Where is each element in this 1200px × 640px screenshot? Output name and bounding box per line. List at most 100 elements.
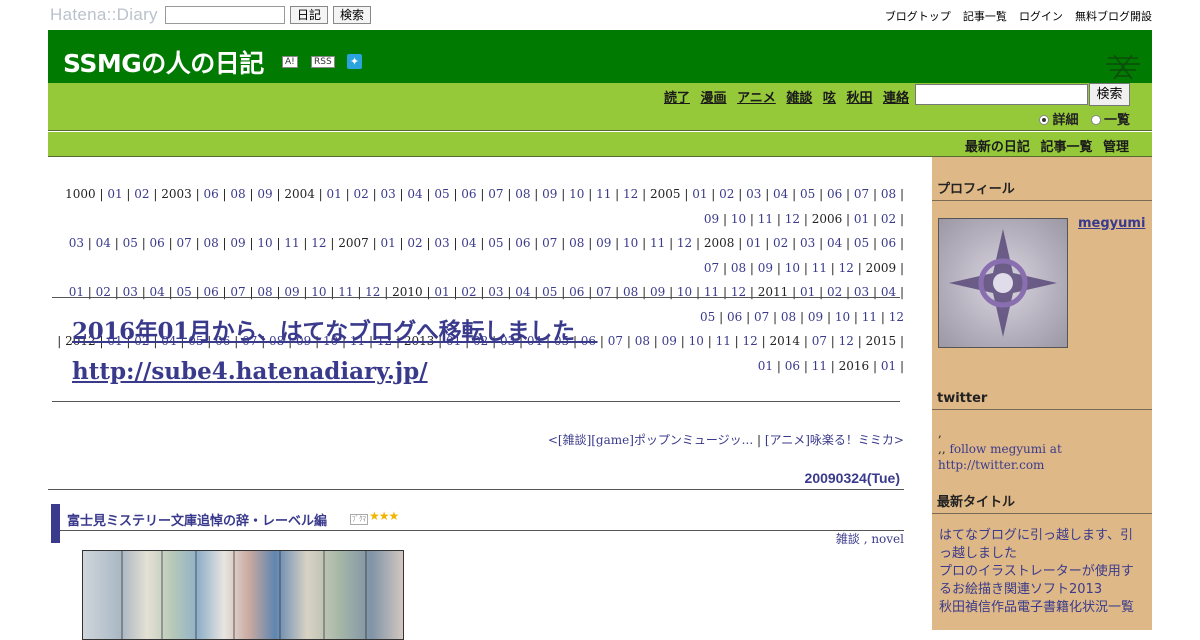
diary-search-input[interactable] [915, 84, 1088, 105]
calendar-month-link[interactable]: 08 [569, 236, 584, 250]
calendar-month-link[interactable]: 01 [854, 212, 869, 226]
hatena-diary-logo[interactable]: Hatena::Diary [50, 5, 158, 25]
calendar-month-link[interactable]: 04 [827, 236, 842, 250]
calendar-month-link[interactable]: 12 [623, 187, 638, 201]
twitter-follow-link[interactable]: follow megyumi at http://twitter.com [938, 442, 1062, 472]
calendar-month-link[interactable]: 06 [881, 236, 896, 250]
entry-title[interactable]: 富士見ミステリー文庫追悼の辞・レーベル編 [67, 510, 327, 529]
global-search-input[interactable] [165, 6, 285, 24]
calendar-month-link[interactable]: 12 [785, 212, 800, 226]
calendar-month-link[interactable]: 04 [461, 236, 476, 250]
radio-list[interactable] [1090, 114, 1101, 125]
calendar-month-link[interactable]: 03 [800, 236, 815, 250]
calendar-month-link[interactable]: 04 [96, 236, 111, 250]
calendar-month-link[interactable]: 06 [515, 236, 530, 250]
category-manga[interactable]: 漫画 [701, 91, 727, 106]
recent-title-item[interactable]: プロのイラストレーターが使用するお絵描き関連ソフト2013 [939, 563, 1145, 599]
calendar-month-link[interactable]: 01 [746, 236, 761, 250]
calendar-month-link[interactable]: 05 [123, 236, 138, 250]
calendar-month-link[interactable]: 05 [800, 187, 815, 201]
recent-title-item[interactable]: はてなブログに引っ越します、引っ越しました [939, 527, 1145, 563]
calendar-month-link[interactable]: 04 [407, 187, 422, 201]
diary-search-button[interactable]: 検索 [1089, 83, 1130, 106]
calendar-month-link[interactable]: 02 [773, 236, 788, 250]
latest-diary-link[interactable]: 最新の日記 [965, 140, 1030, 155]
article-index-link[interactable]: 記事一覧 [1040, 140, 1092, 155]
calendar-month-link[interactable]: 03 [434, 236, 449, 250]
calendar-month-link[interactable]: 02 [353, 187, 368, 201]
create-blog-link[interactable]: 無料ブログ開設 [1075, 11, 1152, 23]
rss-icon[interactable]: RSS [311, 56, 335, 68]
category-akita[interactable]: 秋田 [846, 91, 872, 106]
calendar-month-link[interactable]: 11 [812, 261, 827, 275]
calendar-month-link[interactable]: 02 [719, 187, 734, 201]
category-anime[interactable]: アニメ [737, 91, 776, 106]
calendar-month-link[interactable]: 03 [69, 236, 84, 250]
antenna-icon[interactable]: A! [282, 56, 298, 68]
calendar-month-link[interactable]: 10 [569, 187, 584, 201]
calendar-month-link[interactable]: 10 [731, 212, 746, 226]
calendar-month-link[interactable]: 02 [881, 212, 896, 226]
calendar-month-link[interactable]: 01 [327, 187, 342, 201]
calendar-month-link[interactable]: 07 [542, 236, 557, 250]
calendar-month-link[interactable]: 09 [257, 187, 272, 201]
calendar-month-link[interactable]: 06 [461, 187, 476, 201]
new-blog-url-link[interactable]: http://sube4.hatenadiary.jp/ [72, 358, 428, 385]
calendar-month-link[interactable]: 01 [107, 187, 122, 201]
radio-detail[interactable] [1039, 114, 1050, 125]
calendar-month-link[interactable]: 09 [596, 236, 611, 250]
blog-top-link[interactable]: ブログトップ [885, 11, 951, 23]
calendar-month-link[interactable]: 08 [230, 187, 245, 201]
calendar-month-link[interactable]: 09 [230, 236, 245, 250]
calendar-month-link[interactable]: 02 [407, 236, 422, 250]
calendar-month-link[interactable]: 07 [704, 261, 719, 275]
calendar-month-link[interactable]: 09 [758, 261, 773, 275]
calendar-month-link[interactable]: 12 [311, 236, 326, 250]
calendar-month-link[interactable]: 11 [596, 187, 611, 201]
profile-name-link[interactable]: megyumi [1078, 216, 1145, 231]
calendar-month-link[interactable]: 01 [692, 187, 707, 201]
calendar-month-link[interactable]: 12 [839, 261, 854, 275]
calendar-month-link[interactable]: 06 [150, 236, 165, 250]
calendar-month-link[interactable]: 07 [177, 236, 192, 250]
move-notice-title[interactable]: 2016年01月から、はてなブログへ移転しました [72, 312, 598, 346]
category-dokuryo[interactable]: 読了 [664, 91, 690, 106]
star-icons[interactable]: ★★★ [369, 509, 399, 523]
calendar-month-link[interactable]: 11 [758, 212, 773, 226]
next-entry-link[interactable]: [アニメ]咏楽る！ミミカ> [765, 433, 904, 447]
global-search-button[interactable]: 検索 [333, 6, 372, 24]
calendar-month-link[interactable]: 02 [134, 187, 149, 201]
category-renraku[interactable]: 連絡 [883, 91, 909, 106]
calendar-month-link[interactable]: 06 [203, 187, 218, 201]
calendar-month-link[interactable]: 05 [488, 236, 503, 250]
article-list-link[interactable]: 記事一覧 [963, 11, 1007, 23]
calendar-month-link[interactable]: 11 [284, 236, 299, 250]
twitter-icon[interactable]: ✦ [347, 54, 362, 69]
category-zatsudan[interactable]: 雑談 [786, 91, 812, 106]
calendar-month-link[interactable]: 05 [434, 187, 449, 201]
calendar-month-link[interactable]: 09 [542, 187, 557, 201]
calendar-month-link[interactable]: 04 [773, 187, 788, 201]
calendar-month-link[interactable]: 08 [731, 261, 746, 275]
calendar-month-link[interactable]: 01 [380, 236, 395, 250]
calendar-month-link[interactable]: 10 [785, 261, 800, 275]
blog-title[interactable]: SSMGの人の日記 [63, 44, 264, 80]
calendar-month-link[interactable]: 12 [677, 236, 692, 250]
diary-button[interactable]: 日記 [290, 6, 329, 24]
entry-categories[interactable]: 雑談 , novel [836, 530, 904, 547]
calendar-month-link[interactable]: 08 [203, 236, 218, 250]
calendar-month-link[interactable]: 10 [257, 236, 272, 250]
calendar-month-link[interactable]: 05 [854, 236, 869, 250]
calendar-month-link[interactable]: 03 [746, 187, 761, 201]
calendar-month-link[interactable]: 08 [515, 187, 530, 201]
profile-avatar[interactable] [938, 218, 1068, 348]
category-tsubuyaki[interactable]: 呟 [823, 91, 836, 106]
calendar-month-link[interactable]: 09 [704, 212, 719, 226]
day-date-heading[interactable]: 20090324(Tue) [48, 470, 904, 490]
prev-entry-link[interactable]: <[雑談][game]ポップンミュージッ... [548, 433, 753, 447]
calendar-month-link[interactable]: 06 [827, 187, 842, 201]
calendar-month-link[interactable]: 11 [650, 236, 665, 250]
calendar-month-link[interactable]: 03 [380, 187, 395, 201]
recent-title-item[interactable]: 秋田禎信作品電子書籍化状況一覧 [939, 599, 1145, 617]
day-date[interactable]: 20090324(Tue) [805, 470, 900, 486]
